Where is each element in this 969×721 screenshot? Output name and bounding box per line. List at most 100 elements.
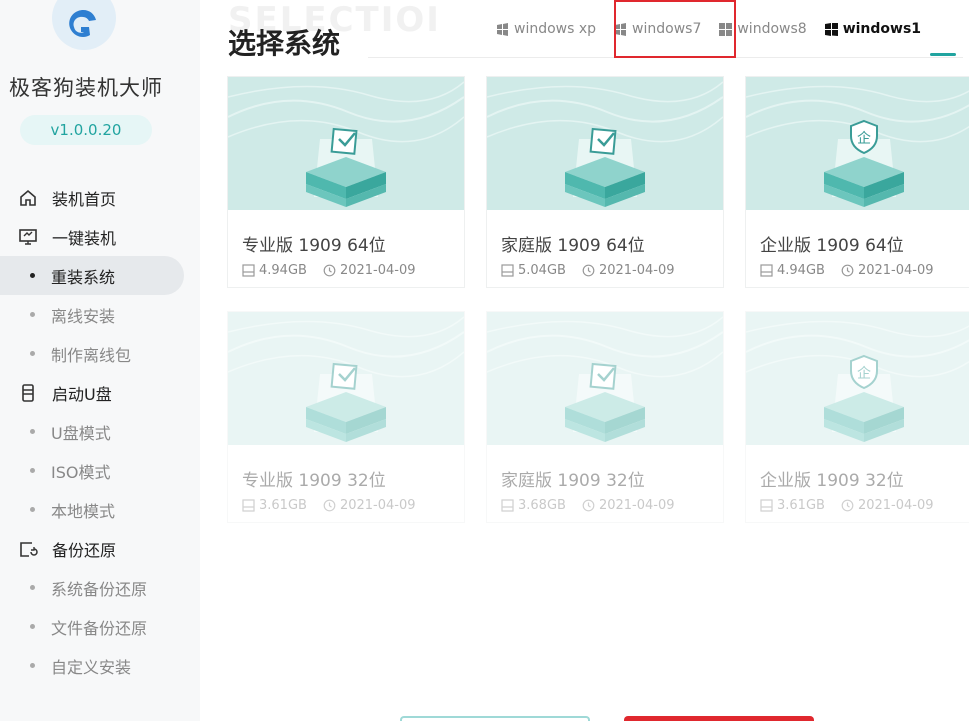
clock-icon: [582, 499, 595, 512]
system-card-meta: 4.94GB 2021-04-09: [760, 263, 934, 278]
tab-label: windows8: [737, 21, 807, 37]
system-card-date: 2021-04-09: [339, 498, 416, 513]
system-card-date: 2021-04-09: [598, 498, 675, 513]
home-icon: [20, 189, 36, 206]
system-card-meta: 3.68GB 2021-04-09: [501, 498, 675, 513]
system-card-meta: 3.61GB 2021-04-09: [242, 498, 416, 513]
system-thumbnail: [228, 77, 464, 210]
backup-icon: [20, 541, 38, 557]
sidebar-item-label: 本地模式: [51, 501, 116, 521]
sidebar-item-file-backup[interactable]: 文件备份还原: [0, 607, 200, 646]
clock-icon: [841, 264, 854, 277]
tab-windows10[interactable]: windows1: [824, 21, 922, 37]
bullet-icon: [30, 429, 35, 434]
check-badge-icon: [589, 127, 617, 155]
bottom-secondary-button[interactable]: [400, 716, 590, 721]
sidebar-item-label: 装机首页: [52, 189, 117, 209]
bullet-icon: [30, 468, 35, 473]
system-card[interactable]: 家庭版 1909 64位 5.04GB 2021-04-09: [486, 76, 724, 288]
system-card[interactable]: 企企业版 1909 32位 3.61GB 2021-04-09: [745, 311, 969, 523]
sidebar-item-label: 自定义安装: [51, 657, 132, 677]
bullet-icon: [30, 351, 35, 356]
tab-highlight-box: [614, 0, 736, 58]
sidebar-item-label: 离线安装: [51, 306, 116, 326]
system-thumbnail: [487, 312, 723, 445]
sidebar-item-sys-backup[interactable]: 系统备份还原: [0, 568, 200, 607]
version-badge: v1.0.0.20: [20, 115, 152, 145]
system-card-grid: 专业版 1909 64位 4.94GB 2021-04-09 家庭版 1909 64位…: [227, 76, 969, 526]
system-card[interactable]: 企企业版 1909 64位 4.94GB 2021-04-09: [745, 76, 969, 288]
tab-label: windows xp: [514, 21, 597, 37]
bullet-icon: [30, 663, 35, 668]
disk-icon: [501, 264, 514, 277]
sidebar-item-iso-mode[interactable]: ISO模式: [0, 451, 200, 490]
svg-text:企: 企: [857, 365, 871, 382]
active-tab-indicator: [930, 53, 956, 56]
svg-text:企: 企: [857, 130, 871, 147]
system-card-size: 4.94GB: [259, 263, 307, 278]
clock-icon: [582, 264, 595, 277]
system-card-name: 企业版 1909 32位: [760, 471, 904, 491]
sidebar-item-label: 系统备份还原: [51, 579, 148, 599]
enterprise-shield-icon: 企: [850, 354, 878, 390]
bullet-icon: [30, 312, 35, 317]
system-card-size: 4.94GB: [777, 263, 825, 278]
system-thumbnail: 企: [746, 312, 969, 445]
page-title: 选择系统: [228, 27, 341, 60]
sidebar-item-label: U盘模式: [51, 423, 111, 443]
tab-windows-xp[interactable]: windows xp: [496, 21, 596, 37]
sidebar: 极客狗装机大师 v1.0.0.20 装机首页 一键装机 重装系统 离线安装 制作…: [0, 0, 200, 721]
sidebar-item-local-mode[interactable]: 本地模式: [0, 490, 200, 529]
sidebar-item-make-offline[interactable]: 制作离线包: [0, 334, 200, 373]
system-card-name: 企业版 1909 64位: [760, 236, 904, 256]
check-badge-icon: [589, 362, 617, 390]
sidebar-item-offline-install[interactable]: 离线安装: [0, 295, 200, 334]
clock-icon: [323, 499, 336, 512]
disk-icon: [501, 499, 514, 512]
check-badge-icon: [330, 362, 358, 390]
system-card-date: 2021-04-09: [857, 498, 934, 513]
system-card-name: 专业版 1909 32位: [242, 471, 386, 491]
sidebar-item-one-key[interactable]: 一键装机: [0, 217, 200, 256]
sidebar-item-label: 启动U盘: [52, 384, 112, 404]
sidebar-item-usb-mode[interactable]: U盘模式: [0, 412, 200, 451]
system-card-meta: 4.94GB 2021-04-09: [242, 263, 416, 278]
disk-icon: [242, 264, 255, 277]
sidebar-item-backup[interactable]: 备份还原: [0, 529, 200, 568]
sidebar-nav: 装机首页 一键装机 重装系统 离线安装 制作离线包 启动U盘 U盘模式 ISO模…: [0, 178, 200, 685]
system-card-date: 2021-04-09: [598, 263, 675, 278]
system-card[interactable]: 家庭版 1909 32位 3.68GB 2021-04-09: [486, 311, 724, 523]
system-card[interactable]: 专业版 1909 64位 4.94GB 2021-04-09: [227, 76, 465, 288]
system-card-size: 5.04GB: [518, 263, 566, 278]
monitor-icon: [19, 228, 37, 245]
system-card-name: 专业版 1909 64位: [242, 236, 386, 256]
windows-flag-icon: [497, 22, 508, 36]
system-card-size: 3.61GB: [259, 498, 307, 513]
clock-icon: [323, 264, 336, 277]
sidebar-item-label: ISO模式: [51, 462, 111, 482]
sidebar-item-label: 备份还原: [52, 540, 117, 560]
app-name: 极客狗装机大师: [9, 76, 163, 100]
disk-icon: [242, 499, 255, 512]
system-card-meta: 5.04GB 2021-04-09: [501, 263, 675, 278]
sidebar-item-reinstall[interactable]: 重装系统: [0, 256, 184, 295]
sidebar-item-custom-install[interactable]: 自定义安装: [0, 646, 200, 685]
system-card-meta: 3.61GB 2021-04-09: [760, 498, 934, 513]
system-card-date: 2021-04-09: [857, 263, 934, 278]
system-card-size: 3.61GB: [777, 498, 825, 513]
system-card[interactable]: 专业版 1909 32位 3.61GB 2021-04-09: [227, 311, 465, 523]
system-thumbnail: 企: [746, 77, 969, 210]
disk-icon: [760, 499, 773, 512]
bullet-icon: [30, 273, 35, 278]
sidebar-item-label: 重装系统: [51, 267, 116, 287]
system-thumbnail: [487, 77, 723, 210]
sidebar-item-usb-boot[interactable]: 启动U盘: [0, 373, 200, 412]
check-badge-icon: [330, 127, 358, 155]
app-logo-icon: [52, 0, 116, 50]
tab-label: windows1: [842, 21, 922, 37]
sidebar-item-label: 一键装机: [52, 228, 117, 248]
bottom-primary-button[interactable]: [624, 716, 814, 721]
bullet-icon: [30, 585, 35, 590]
sidebar-item-home[interactable]: 装机首页: [0, 178, 200, 217]
system-card-name: 家庭版 1909 64位: [501, 236, 645, 256]
